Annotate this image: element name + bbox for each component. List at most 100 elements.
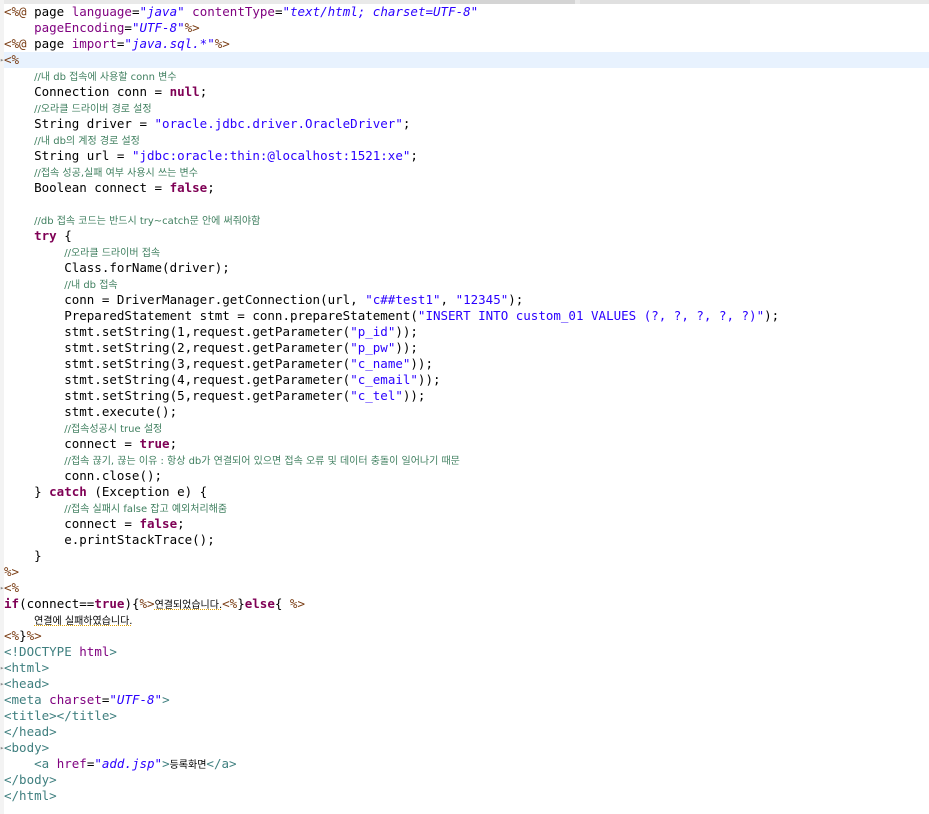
code-token: <!DOCTYPE xyxy=(4,644,72,659)
code-token: true xyxy=(94,596,125,611)
code-token: href xyxy=(56,756,87,771)
code-line[interactable]: connect = true; xyxy=(4,436,929,452)
code-line[interactable]: //내 db 접속에 사용할 conn 변수 xyxy=(4,68,929,84)
code-line[interactable]: //내 db의 계정 경로 설정 xyxy=(4,132,929,148)
code-token: //db 접속 코드는 반드시 try~catch문 안에 써줘야함 xyxy=(34,216,261,227)
fold-toggle-icon[interactable]: ▸ xyxy=(0,676,4,692)
fold-toggle-icon[interactable]: ▸ xyxy=(0,660,4,676)
code-token: import xyxy=(71,36,117,51)
code-line[interactable]: stmt.execute(); xyxy=(4,404,929,420)
code-line[interactable]: ▸ <% xyxy=(0,580,929,596)
code-line[interactable]: <%}%> xyxy=(4,628,929,644)
code-line[interactable]: //접속 끊기, 끊는 이유 : 항상 db가 연결되어 있으면 접속 오류 및… xyxy=(4,452,929,468)
code-line[interactable]: ▸ <body> xyxy=(0,740,929,756)
code-token: %> xyxy=(184,20,200,35)
code-token: "INSERT INTO custom_01 VALUES (?, ?, ?, … xyxy=(417,308,765,323)
code-token: true xyxy=(139,436,170,451)
code-line[interactable]: Class.forName(driver); xyxy=(4,260,929,276)
code-line[interactable]: <!DOCTYPE html> xyxy=(4,644,929,660)
code-token: %> xyxy=(214,36,230,51)
code-token: <% xyxy=(4,580,20,595)
code-token: else xyxy=(244,596,275,611)
code-token: //내 db 접속에 사용할 conn 변수 xyxy=(34,72,177,83)
code-line[interactable]: <a href="add.jsp">등록화면</a> xyxy=(4,756,929,772)
code-token: %> xyxy=(26,628,42,643)
code-line[interactable]: if(connect==true){%>연결되었습니다.<%}else{ %> xyxy=(4,596,929,612)
code-token: //접속 성공,실패 여부 사용시 쓰는 변수 xyxy=(34,168,198,179)
code-token: <body> xyxy=(4,740,50,755)
fold-toggle-icon[interactable]: ▸ xyxy=(0,52,4,68)
code-line[interactable]: stmt.setString(4,request.getParameter("c… xyxy=(4,372,929,388)
code-line[interactable]: String url = "jdbc:oracle:thin:@localhos… xyxy=(4,148,929,164)
code-line[interactable]: //db 접속 코드는 반드시 try~catch문 안에 써줘야함 xyxy=(4,212,929,228)
code-line[interactable]: stmt.setString(1,request.getParameter("p… xyxy=(4,324,929,340)
code-line[interactable]: </body> xyxy=(4,772,929,788)
code-token: language xyxy=(71,4,132,19)
code-line[interactable]: Boolean connect = false; xyxy=(4,180,929,196)
code-token: if xyxy=(4,596,20,611)
code-line[interactable]: pageEncoding="UTF-8"%> xyxy=(4,20,929,36)
code-token: "c_tel" xyxy=(350,388,403,403)
code-token: "oracle.jdbc.driver.OracleDriver" xyxy=(154,116,403,131)
code-token: "java.sql.*" xyxy=(124,36,215,51)
code-line[interactable]: } xyxy=(4,548,929,564)
code-line[interactable]: } catch (Exception e) { xyxy=(4,484,929,500)
code-line[interactable]: try { xyxy=(4,228,929,244)
code-line[interactable]: <%@ page import="java.sql.*"%> xyxy=(4,36,929,52)
code-token: %> xyxy=(4,564,20,579)
code-token: pageEncoding xyxy=(34,20,125,35)
code-line[interactable]: stmt.setString(2,request.getParameter("p… xyxy=(4,340,929,356)
code-line[interactable]: <%@ page language="java" contentType="te… xyxy=(4,4,929,20)
code-token: <html> xyxy=(4,660,50,675)
code-line[interactable]: </html> xyxy=(4,788,929,804)
code-line[interactable] xyxy=(4,196,929,212)
code-token: </body> xyxy=(4,772,57,787)
code-line[interactable]: //접속 실패시 false 잡고 예외처리해줌 xyxy=(4,500,929,516)
code-token: "p_id" xyxy=(350,324,396,339)
code-token: "jdbc:oracle:thin:@localhost:1521:xe" xyxy=(131,148,411,163)
code-line[interactable]: //오라클 드라이버 접속 xyxy=(4,244,929,260)
code-token: html xyxy=(79,644,110,659)
code-token: false xyxy=(169,180,208,195)
code-line[interactable]: ▸ <head> xyxy=(0,676,929,692)
code-line[interactable]: Connection conn = null; xyxy=(4,84,929,100)
code-line[interactable]: <meta charset="UTF-8"> xyxy=(4,692,929,708)
code-line[interactable]: 연결에 실패하였습니다. xyxy=(4,612,929,628)
code-token: "p_pw" xyxy=(350,340,396,355)
code-line[interactable]: ▸ <html> xyxy=(0,660,929,676)
code-token: <a xyxy=(34,756,50,771)
code-line[interactable]: stmt.setString(3,request.getParameter("c… xyxy=(4,356,929,372)
code-area[interactable]: <%@ page language="java" contentType="te… xyxy=(0,4,929,804)
code-token: charset xyxy=(49,692,102,707)
code-line[interactable]: %> xyxy=(4,564,929,580)
code-line[interactable]: PreparedStatement stmt = conn.prepareSta… xyxy=(4,308,929,324)
code-token: "c_name" xyxy=(350,356,411,371)
code-token: "java" xyxy=(139,4,185,19)
code-token: "UTF-8" xyxy=(109,692,163,707)
code-line[interactable]: //내 db 접속 xyxy=(4,276,929,292)
code-token: //오라클 드라이버 접속 xyxy=(64,248,161,259)
code-line[interactable]: //접속성공시 true 설정 xyxy=(4,420,929,436)
code-line[interactable]: //오라클 드라이버 경로 설정 xyxy=(4,100,929,116)
code-line[interactable]: connect = false; xyxy=(4,516,929,532)
code-line[interactable]: e.printStackTrace(); xyxy=(4,532,929,548)
code-token: 등록화면 xyxy=(169,760,207,771)
code-token: <% xyxy=(4,52,20,67)
code-line[interactable]: conn = DriverManager.getConnection(url, … xyxy=(4,292,929,308)
fold-toggle-icon[interactable]: ▸ xyxy=(0,740,4,756)
code-line[interactable]: ▸ <% xyxy=(0,52,929,68)
code-token: //접속 끊기, 끊는 이유 : 항상 db가 연결되어 있으면 접속 오류 및… xyxy=(64,456,460,467)
code-line[interactable]: <title></title> xyxy=(4,708,929,724)
code-line[interactable]: stmt.setString(5,request.getParameter("c… xyxy=(4,388,929,404)
code-token: <meta xyxy=(4,692,42,707)
code-token: //내 db의 계정 경로 설정 xyxy=(34,136,140,147)
code-editor[interactable]: <%@ page language="java" contentType="te… xyxy=(0,0,929,814)
code-line[interactable]: </head> xyxy=(4,724,929,740)
code-token: </html> xyxy=(4,788,57,803)
code-token: //내 db 접속 xyxy=(64,280,118,291)
code-line[interactable]: String driver = "oracle.jdbc.driver.Orac… xyxy=(4,116,929,132)
code-token: //접속성공시 true 설정 xyxy=(64,424,163,435)
code-line[interactable]: conn.close(); xyxy=(4,468,929,484)
code-line[interactable]: //접속 성공,실패 여부 사용시 쓰는 변수 xyxy=(4,164,929,180)
fold-toggle-icon[interactable]: ▸ xyxy=(0,580,4,596)
